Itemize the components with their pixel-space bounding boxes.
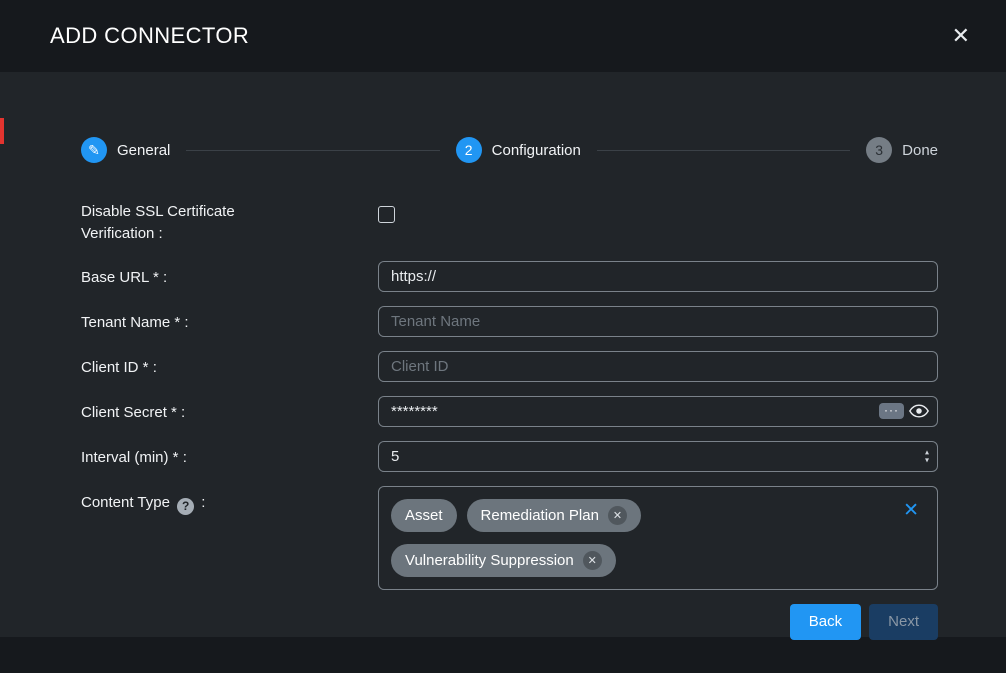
ssl-label-line1: Disable SSL Certificate — [81, 203, 235, 220]
step-done-label: Done — [902, 142, 938, 159]
modal-header: ADD CONNECTOR ✕ — [0, 0, 1006, 72]
tenant-name-row: Tenant Name * : — [81, 306, 938, 337]
tag-asset-label: Asset — [405, 507, 443, 524]
client-secret-input[interactable] — [378, 396, 938, 427]
interval-label: Interval (min) * : — [81, 441, 378, 469]
remove-tag-icon[interactable]: ✕ — [608, 506, 627, 525]
client-secret-label: Client Secret * : — [81, 396, 378, 424]
clear-all-icon[interactable]: ✕ — [903, 501, 919, 520]
content-type-row: Content Type ? : Asset Remediation Plan … — [81, 486, 938, 590]
tag-remediation-plan[interactable]: Remediation Plan ✕ — [467, 499, 641, 532]
edit-pencil-icon: ✎ — [81, 137, 107, 163]
page-title: ADD CONNECTOR — [50, 23, 249, 49]
notification-edge — [0, 118, 4, 144]
content-type-label: Content Type ? : — [81, 486, 378, 515]
tag-list: Asset Remediation Plan ✕ Vulnerability S… — [391, 499, 871, 577]
interval-row: Interval (min) * : ▴ ▾ — [81, 441, 938, 472]
help-icon[interactable]: ? — [177, 498, 194, 515]
step-connector-line — [597, 150, 850, 151]
base-url-input[interactable] — [378, 261, 938, 292]
ssl-verification-checkbox[interactable] — [378, 206, 395, 223]
ssl-verification-row: Disable SSL Certificate Verification : — [81, 201, 938, 245]
autofill-ellipsis-icon[interactable]: ··· — [879, 403, 904, 419]
content-type-label-text: Content Type — [81, 494, 170, 511]
back-button[interactable]: Back — [790, 604, 861, 640]
ssl-label-line2: Verification : — [81, 225, 163, 242]
wizard-actions: Back Next — [81, 604, 938, 640]
ssl-verification-label: Disable SSL Certificate Verification : — [81, 201, 378, 245]
tenant-name-input[interactable] — [378, 306, 938, 337]
client-id-row: Client ID * : — [81, 351, 938, 382]
client-id-label: Client ID * : — [81, 351, 378, 379]
client-secret-row: Client Secret * : ··· — [81, 396, 938, 427]
interval-input[interactable] — [378, 441, 938, 472]
tag-remediation-plan-label: Remediation Plan — [481, 507, 599, 524]
base-url-label: Base URL * : — [81, 261, 378, 289]
close-icon[interactable]: ✕ — [952, 25, 970, 47]
remove-tag-icon[interactable]: ✕ — [583, 551, 602, 570]
step-configuration-label: Configuration — [492, 142, 581, 159]
step-connector-line — [186, 150, 439, 151]
step-general-label: General — [117, 142, 170, 159]
tag-asset[interactable]: Asset — [391, 499, 457, 532]
base-url-row: Base URL * : — [81, 261, 938, 292]
tag-vulnerability-suppression-label: Vulnerability Suppression — [405, 552, 574, 569]
step-done: 3 Done — [866, 137, 938, 163]
step-3-indicator: 3 — [866, 137, 892, 163]
next-button[interactable]: Next — [869, 604, 938, 640]
step-2-indicator: 2 — [456, 137, 482, 163]
eye-icon[interactable] — [909, 404, 929, 418]
client-id-input[interactable] — [378, 351, 938, 382]
content-type-multiselect[interactable]: Asset Remediation Plan ✕ Vulnerability S… — [378, 486, 938, 590]
stepper-down-icon[interactable]: ▾ — [925, 456, 929, 464]
step-configuration[interactable]: 2 Configuration — [456, 137, 581, 163]
modal-body: ✎ General 2 Configuration 3 Done Disable… — [0, 72, 1006, 637]
tenant-name-label: Tenant Name * : — [81, 306, 378, 334]
content-type-label-colon: : — [201, 494, 205, 511]
number-stepper[interactable]: ▴ ▾ — [925, 448, 929, 463]
tag-vulnerability-suppression[interactable]: Vulnerability Suppression ✕ — [391, 544, 616, 577]
wizard-stepper: ✎ General 2 Configuration 3 Done — [81, 137, 938, 163]
step-general[interactable]: ✎ General — [81, 137, 170, 163]
